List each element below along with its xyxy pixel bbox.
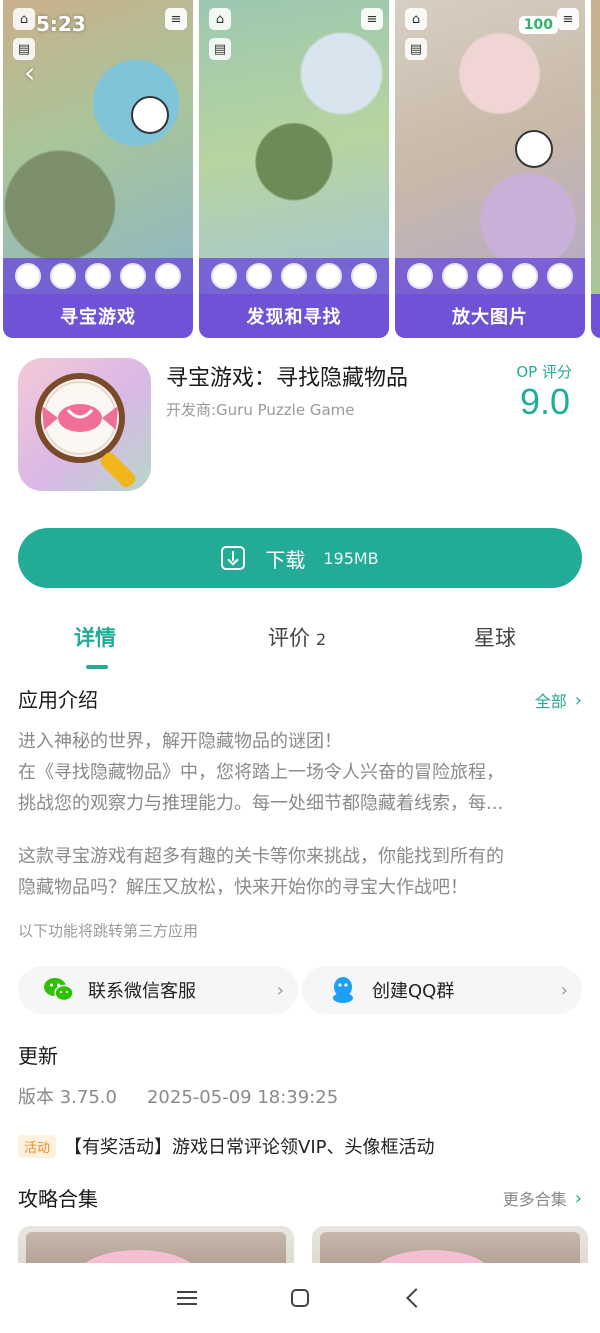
chevron-right-icon: › bbox=[560, 979, 568, 1001]
screenshot-4-partial[interactable] bbox=[591, 0, 600, 338]
shop-icon: ▤ bbox=[405, 38, 427, 60]
rating-score: 9.0 bbox=[519, 381, 570, 422]
screenshot-caption: 寻宝游戏 bbox=[3, 294, 193, 338]
third-party-note: 以下功能将跳转第三方应用 bbox=[18, 922, 199, 940]
pointer-hand-icon bbox=[131, 96, 169, 134]
home-icon: ⌂ bbox=[209, 8, 231, 30]
app-icon bbox=[18, 358, 151, 491]
download-label: 下载 bbox=[265, 547, 306, 572]
found-items-bar bbox=[395, 258, 585, 294]
wechat-support-button[interactable]: 联系微信客服 › bbox=[18, 966, 298, 1014]
tab-reviews[interactable]: 评价 2 bbox=[268, 622, 326, 652]
download-size: 195MB bbox=[323, 548, 379, 568]
tab-details-label: 详情 bbox=[74, 626, 116, 650]
shop-icon: ▤ bbox=[209, 38, 231, 60]
developer-name[interactable]: 开发商:Guru Puzzle Game bbox=[166, 399, 354, 420]
intro-line: 隐藏物品吗？解压又放松，快来开始你的寻宝大作战吧！ bbox=[18, 877, 468, 898]
update-date: 2025-05-09 18:39:25 bbox=[146, 1087, 339, 1108]
screenshot-3[interactable]: 放大图片 ⌂ ▤ ≡ bbox=[395, 0, 585, 338]
activity-text: 【有奖活动】游戏日常评论领VIP、头像框活动 bbox=[64, 1137, 435, 1158]
qq-icon bbox=[328, 975, 358, 1005]
tab-planet-label: 星球 bbox=[474, 626, 516, 650]
chevron-right-icon: › bbox=[574, 689, 582, 711]
found-items-bar bbox=[3, 258, 193, 294]
menu-icon: ≡ bbox=[165, 8, 187, 30]
create-qq-group-button[interactable]: 创建QQ群 › bbox=[302, 966, 582, 1014]
intro-title: 应用介绍 bbox=[18, 688, 98, 712]
intro-more-link[interactable]: 全部 › bbox=[535, 688, 582, 712]
tab-bar: 详情 评价 2 星球 bbox=[0, 622, 600, 672]
home-button[interactable] bbox=[280, 1278, 320, 1318]
intro-line: 挑战您的观察力与推理能力。每一处细节都隐藏着线索，每... bbox=[18, 793, 504, 814]
guides-more-label: 更多合集 bbox=[502, 1190, 567, 1209]
home-icon: ⌂ bbox=[13, 8, 35, 30]
wechat-icon bbox=[44, 975, 74, 1005]
update-title: 更新 bbox=[18, 1044, 58, 1068]
active-tab-indicator bbox=[86, 665, 108, 669]
back-icon[interactable]: ‹ bbox=[24, 56, 35, 89]
intro-paragraph-1: 进入神秘的世界，解开隐藏物品的谜团！ 在《寻找隐藏物品》中，您将踏上一场令人兴奋… bbox=[18, 726, 584, 819]
recent-apps-button[interactable] bbox=[167, 1278, 207, 1318]
screenshot-carousel[interactable]: 寻宝游戏 ⌂ ▤ ≡ 发现和寻找 ⌂ ▤ ≡ 放大图片 ⌂ ▤ ≡ 5:23 1… bbox=[0, 0, 600, 338]
home-icon: ⌂ bbox=[405, 8, 427, 30]
review-count: 2 bbox=[316, 630, 327, 649]
qq-group-label: 创建QQ群 bbox=[372, 981, 455, 1002]
guides-more-link[interactable]: 更多合集 › bbox=[503, 1186, 582, 1210]
activity-link[interactable]: 活动 【有奖活动】游戏日常评论领VIP、头像框活动 bbox=[18, 1133, 435, 1159]
screenshot-1[interactable]: 寻宝游戏 ⌂ ▤ ≡ bbox=[3, 0, 193, 338]
screenshot-2[interactable]: 发现和寻找 ⌂ ▤ ≡ bbox=[199, 0, 389, 338]
tab-planet[interactable]: 星球 bbox=[474, 622, 516, 652]
tab-reviews-label: 评价 bbox=[268, 626, 310, 650]
menu-icon: ≡ bbox=[361, 8, 383, 30]
battery-indicator: 100 bbox=[518, 16, 558, 34]
app-title: 寻宝游戏：寻找隐藏物品 bbox=[166, 366, 409, 391]
screenshot-caption: 发现和寻找 bbox=[199, 294, 389, 338]
pointer-hand-icon bbox=[515, 130, 553, 168]
download-icon bbox=[221, 546, 246, 570]
intro-paragraph-2: 这款寻宝游戏有超多有趣的关卡等你来挑战，你能找到所有的 隐藏物品吗？解压又放松，… bbox=[18, 841, 584, 903]
chevron-right-icon: › bbox=[276, 979, 284, 1001]
screenshot-caption-partial bbox=[591, 294, 600, 338]
wechat-support-label: 联系微信客服 bbox=[88, 981, 196, 1002]
chevron-right-icon: › bbox=[574, 1187, 582, 1209]
intro-more-label: 全部 bbox=[534, 692, 567, 711]
intro-line: 进入神秘的世界，解开隐藏物品的谜团！ bbox=[18, 731, 342, 752]
menu-icon: ≡ bbox=[557, 8, 579, 30]
status-time: 5:23 bbox=[36, 12, 86, 36]
download-button[interactable]: 下载 195MB bbox=[18, 528, 582, 588]
found-items-bar bbox=[199, 258, 389, 294]
version-info: 版本 3.75.0 2025-05-09 18:39:25 bbox=[18, 1083, 338, 1109]
intro-line: 在《寻找隐藏物品》中，您将踏上一场令人兴奋的冒险旅程， bbox=[18, 762, 504, 783]
back-button[interactable] bbox=[393, 1278, 433, 1318]
activity-badge: 活动 bbox=[18, 1134, 57, 1158]
system-nav-bar bbox=[0, 1263, 600, 1333]
version-number: 版本 3.75.0 bbox=[18, 1087, 117, 1108]
screenshot-caption: 放大图片 bbox=[395, 294, 585, 338]
guides-title: 攻略合集 bbox=[18, 1187, 98, 1211]
tab-details[interactable]: 详情 bbox=[74, 622, 116, 652]
intro-line: 这款寻宝游戏有超多有趣的关卡等你来挑战，你能找到所有的 bbox=[18, 846, 504, 867]
rating-label: OP 评分 bbox=[516, 363, 572, 381]
